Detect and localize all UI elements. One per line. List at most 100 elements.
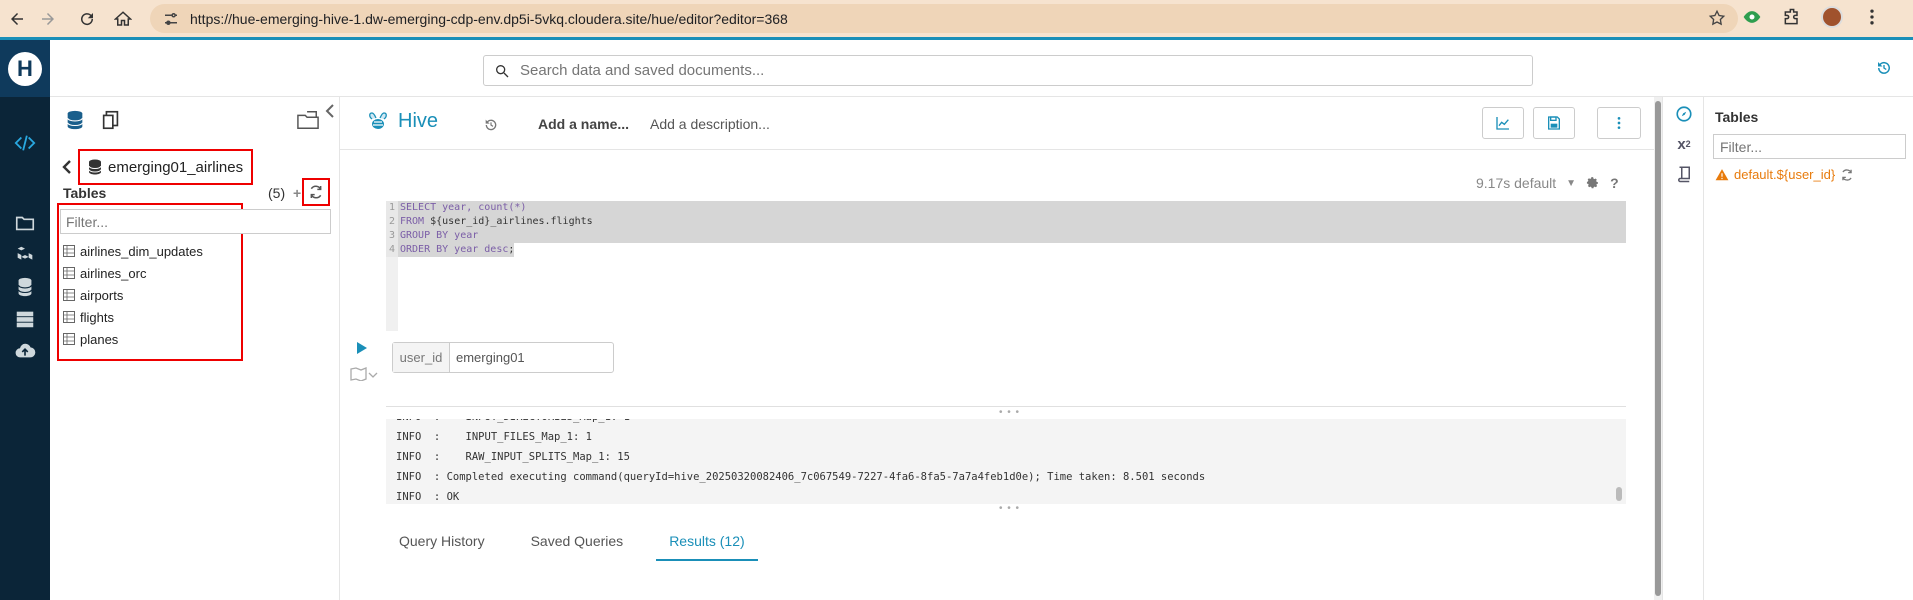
more-vertical-icon bbox=[1617, 117, 1621, 129]
table-item[interactable]: flights bbox=[63, 306, 203, 328]
settings-gear-icon[interactable] bbox=[1586, 176, 1600, 190]
refresh-icon[interactable] bbox=[1840, 168, 1854, 182]
log-line: INFO : INPUT_DIRECTORIES_Map_1: 1 bbox=[386, 419, 1626, 427]
caret-down-icon[interactable]: ▼ bbox=[1566, 178, 1576, 189]
code-text: GROUP BY year bbox=[398, 229, 479, 243]
editor-header: Hive Add a name... Add a description... bbox=[340, 97, 1662, 150]
code-token: count(*) bbox=[478, 202, 527, 213]
refresh-tables-button[interactable] bbox=[302, 178, 330, 206]
table-item[interactable]: planes bbox=[63, 328, 203, 350]
back-button[interactable] bbox=[2, 4, 32, 34]
nav-editor[interactable] bbox=[0, 126, 50, 160]
forward-button[interactable] bbox=[33, 4, 63, 34]
main-scrollbar[interactable] bbox=[1654, 97, 1662, 600]
profile-avatar[interactable] bbox=[1821, 6, 1843, 28]
resize-handle[interactable]: • • • bbox=[999, 407, 1020, 418]
more-actions-button[interactable] bbox=[1597, 107, 1641, 139]
folder-open-icon bbox=[15, 216, 35, 231]
tables-filter-input[interactable] bbox=[60, 209, 331, 234]
hue-logo-icon: H bbox=[8, 51, 42, 86]
parameter-value-input[interactable]: emerging01 bbox=[450, 343, 525, 372]
nav-jobs[interactable] bbox=[0, 238, 50, 272]
database-icon[interactable] bbox=[64, 109, 86, 131]
browser-menu-icon[interactable] bbox=[1861, 6, 1883, 28]
server-icon bbox=[16, 311, 34, 328]
nav-servers[interactable] bbox=[0, 302, 50, 336]
code-editor[interactable]: 1 SELECT year, count(*) 2 FROM ${user_id}_a… bbox=[386, 201, 1626, 331]
table-icon bbox=[63, 289, 75, 301]
code-token: ; bbox=[508, 244, 515, 255]
extension-area bbox=[1741, 6, 1883, 28]
collapse-panel-icon[interactable] bbox=[324, 103, 336, 119]
line-chart-icon bbox=[1496, 117, 1509, 130]
folder-files-icon[interactable] bbox=[296, 109, 320, 131]
assist-toolbar bbox=[64, 109, 122, 131]
database-name[interactable]: emerging01_airlines bbox=[78, 149, 254, 185]
table-icon bbox=[63, 311, 75, 323]
tab-saved-queries[interactable]: Saved Queries bbox=[518, 523, 637, 561]
code-token: GROUP BY year bbox=[400, 230, 479, 241]
table-name: airports bbox=[80, 287, 124, 303]
left-navigation: H bbox=[0, 40, 50, 600]
execution-time-database[interactable]: 9.17s default bbox=[1476, 175, 1556, 191]
snippet-map-icon[interactable] bbox=[350, 367, 378, 381]
search-input[interactable] bbox=[520, 62, 1420, 79]
site-info-icon[interactable] bbox=[162, 10, 180, 28]
table-item[interactable]: airports bbox=[63, 284, 203, 306]
history-icon[interactable] bbox=[1875, 59, 1893, 77]
warning-icon bbox=[1715, 168, 1729, 180]
parameter-user-id: user_id emerging01 bbox=[392, 342, 614, 373]
table-name: planes bbox=[80, 331, 119, 347]
line-number: 3 bbox=[386, 229, 398, 243]
reload-button[interactable] bbox=[72, 4, 102, 34]
query-log[interactable]: INFO : INPUT_DIRECTORIES_Map_1: 1 INFO : … bbox=[386, 419, 1626, 504]
editor-main: Hive Add a name... Add a description... … bbox=[340, 97, 1662, 600]
database-selector-row: emerging01_airlines bbox=[60, 149, 254, 185]
query-history-icon[interactable] bbox=[483, 117, 499, 133]
help-icon[interactable]: ? bbox=[1610, 175, 1619, 191]
log-line: INFO : OK bbox=[396, 491, 460, 503]
result-tabs: Query History Saved Queries Results (12) bbox=[386, 523, 778, 561]
table-name: airlines_dim_updates bbox=[80, 243, 203, 259]
code-token: ORDER BY year desc bbox=[400, 244, 509, 255]
nav-databases[interactable] bbox=[0, 270, 50, 304]
table-icon bbox=[63, 245, 75, 257]
global-search[interactable] bbox=[483, 55, 1533, 86]
log-line: INFO : Completed executing command(query… bbox=[396, 471, 1206, 483]
table-item[interactable]: airlines_dim_updates bbox=[63, 240, 203, 262]
database-name-label: emerging01_airlines bbox=[108, 158, 244, 176]
add-table-icon[interactable]: + bbox=[293, 185, 301, 201]
tables-count: (5) bbox=[268, 185, 286, 201]
tab-query-history[interactable]: Query History bbox=[386, 523, 498, 561]
documents-icon[interactable] bbox=[100, 109, 122, 131]
chart-button[interactable] bbox=[1482, 107, 1524, 139]
code-line: 1 SELECT year, count(*) bbox=[386, 201, 1626, 215]
functions-icon[interactable]: x2 bbox=[1673, 133, 1695, 155]
warning-text[interactable]: default.${user_id} bbox=[1734, 167, 1835, 182]
assistant-compass-icon[interactable] bbox=[1673, 103, 1695, 125]
tab-results-12[interactable]: Results (12) bbox=[656, 523, 758, 561]
extension-eye-icon[interactable] bbox=[1741, 6, 1763, 28]
home-button[interactable] bbox=[108, 4, 138, 34]
nav-files[interactable] bbox=[0, 206, 50, 240]
query-description-field[interactable]: Add a description... bbox=[650, 116, 770, 132]
bookmark-star-icon[interactable] bbox=[1708, 9, 1726, 27]
parameter-label: user_id bbox=[393, 343, 450, 372]
query-name-field[interactable]: Add a name... bbox=[538, 116, 629, 132]
left-assist-panel: emerging01_airlines Tables (5) + airline… bbox=[50, 97, 340, 600]
tables-heading: Tables bbox=[63, 185, 107, 201]
right-tables-filter-input[interactable] bbox=[1713, 134, 1906, 159]
run-query-icon[interactable] bbox=[356, 341, 368, 355]
main-scrollbar-thumb[interactable] bbox=[1655, 101, 1661, 596]
hue-logo[interactable]: H bbox=[0, 40, 50, 97]
chevron-left-icon[interactable] bbox=[60, 158, 74, 176]
log-scrollbar[interactable] bbox=[1616, 487, 1622, 501]
save-button[interactable] bbox=[1533, 107, 1575, 139]
language-reference-icon[interactable] bbox=[1673, 163, 1695, 185]
code-token: SELECT year, bbox=[400, 202, 479, 213]
nav-importer[interactable] bbox=[0, 334, 50, 368]
table-item[interactable]: airlines_orc bbox=[63, 262, 203, 284]
address-bar[interactable]: https://hue-emerging-hive-1.dw-emerging-… bbox=[150, 4, 1738, 33]
extensions-puzzle-icon[interactable] bbox=[1781, 6, 1803, 28]
resize-handle-bottom[interactable]: • • • bbox=[999, 503, 1020, 514]
